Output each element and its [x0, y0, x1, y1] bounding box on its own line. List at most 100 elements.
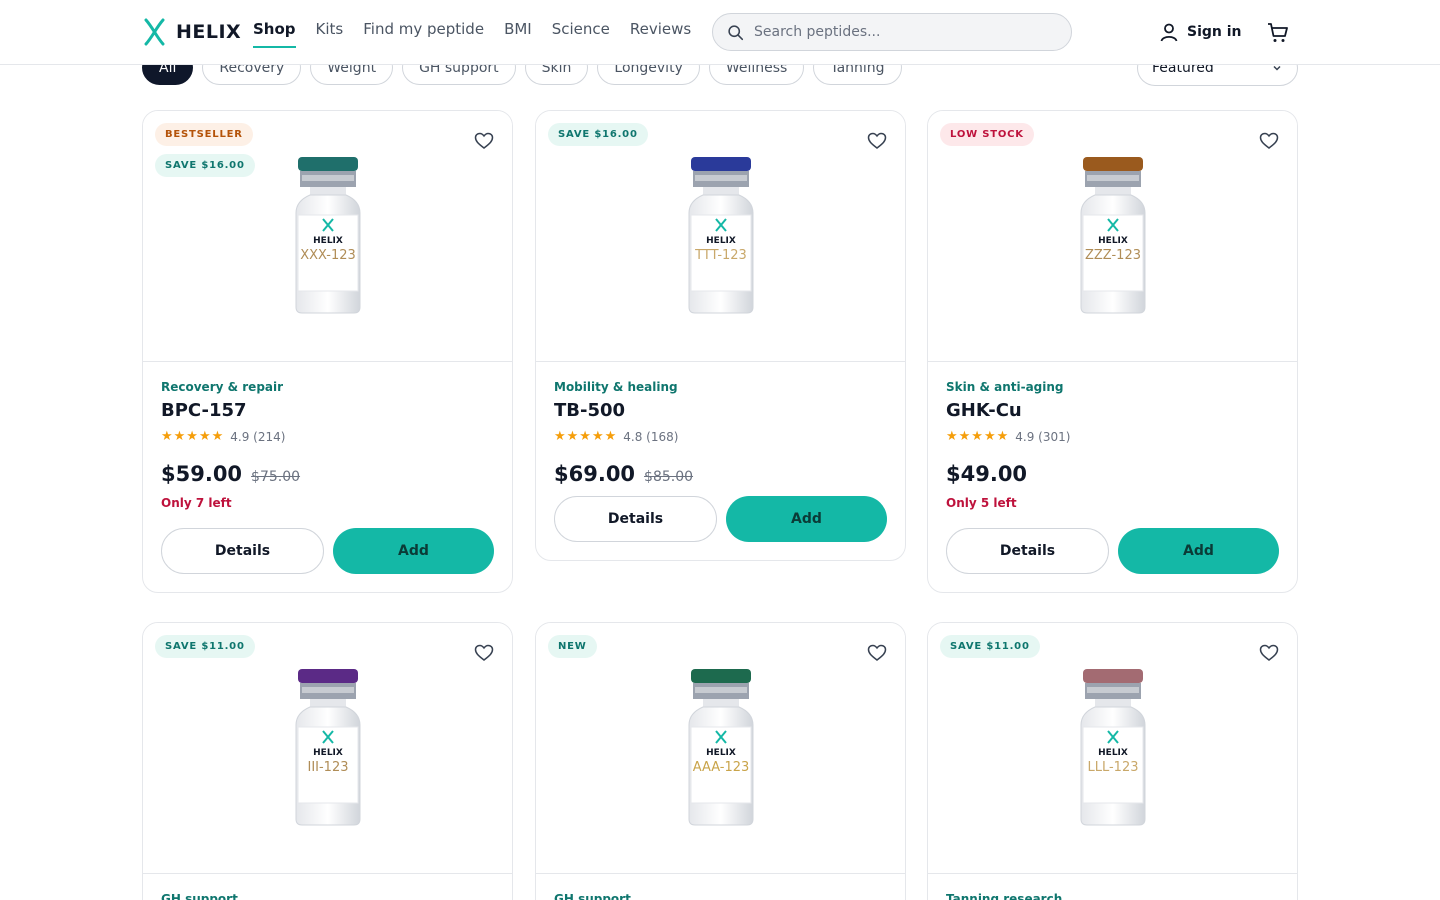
stock-warning: Only 5 left: [946, 496, 1017, 510]
heart-icon[interactable]: [474, 131, 494, 151]
search-icon: [728, 24, 744, 40]
product-card[interactable]: NEW HELIX AAA-123 GH support: [535, 622, 906, 900]
vial-brand-text: HELIX: [1098, 748, 1128, 758]
badge-save: SAVE $11.00: [155, 635, 255, 658]
vial-image: HELIX XXX-123: [295, 157, 360, 314]
product-category: GH support: [161, 892, 238, 900]
product-info: Mobility & healing TB-500 ★★★★★ 4.8 (168…: [536, 362, 905, 560]
product-rating: ★★★★★ 4.8 (168): [554, 429, 887, 444]
add-to-cart-button[interactable]: Add: [726, 496, 887, 542]
vial-label-text: AAA-123: [692, 760, 749, 775]
product-image-area[interactable]: SAVE $11.00 HELIX LLL-123: [928, 623, 1297, 874]
logo[interactable]: HELIX: [143, 18, 241, 46]
heart-icon[interactable]: [867, 643, 887, 663]
badge-stack: LOW STOCK: [940, 123, 1034, 146]
product-name[interactable]: GHK-Cu: [946, 400, 1279, 421]
user-icon: [1160, 23, 1178, 42]
badge-stack: NEW: [548, 635, 597, 658]
star-rating-icon: ★★★★★: [161, 429, 225, 444]
product-rating: ★★★★★ 4.9 (214): [161, 429, 494, 444]
stock-warning: Only 7 left: [161, 496, 232, 510]
star-rating-icon: ★★★★★: [946, 429, 1010, 444]
badge-save: SAVE $16.00: [548, 123, 648, 146]
vial-brand-text: HELIX: [1098, 236, 1128, 246]
vial-brand-text: HELIX: [313, 236, 343, 246]
add-to-cart-button[interactable]: Add: [333, 528, 494, 574]
badge-stack: BESTSELLER SAVE $16.00: [155, 123, 255, 177]
main-nav: Shop Kits Find my peptide BMI Science Reviews: [253, 20, 691, 48]
badge-stack: SAVE $11.00: [940, 635, 1040, 658]
product-category: Recovery & repair: [161, 380, 284, 394]
product-info: GH support: [143, 874, 512, 900]
heart-icon[interactable]: [474, 643, 494, 663]
badge-stack: SAVE $11.00: [155, 635, 255, 658]
search-input[interactable]: [754, 24, 1054, 40]
product-info: Skin & anti-aging GHK-Cu ★★★★★ 4.9 (301)…: [928, 362, 1297, 592]
vial-label-text: III-123: [307, 760, 348, 775]
nav-item-reviews[interactable]: Reviews: [630, 20, 691, 48]
product-name[interactable]: BPC-157: [161, 400, 494, 421]
nav-item-science[interactable]: Science: [552, 20, 610, 48]
rating-text: 4.8 (168): [623, 429, 679, 444]
badge-stack: SAVE $16.00: [548, 123, 648, 146]
badge-new: NEW: [548, 635, 597, 658]
details-button[interactable]: Details: [946, 528, 1109, 574]
add-to-cart-button[interactable]: Add: [1118, 528, 1279, 574]
product-card[interactable]: SAVE $16.00 HELIX TTT-123 Mobility & heal…: [535, 110, 906, 561]
helix-logo-icon: [144, 18, 165, 46]
product-category: Mobility & healing: [554, 380, 678, 394]
product-image-area[interactable]: LOW STOCK HELIX ZZZ-123: [928, 111, 1297, 362]
nav-item-kits[interactable]: Kits: [316, 20, 344, 48]
product-card[interactable]: SAVE $11.00 HELIX III-123 GH support: [142, 622, 513, 900]
vial-image: HELIX TTT-123: [688, 157, 753, 314]
product-category: Skin & anti-aging: [946, 380, 1064, 394]
product-category: GH support: [554, 892, 631, 900]
vial-image: HELIX III-123: [295, 669, 360, 826]
heart-icon[interactable]: [1259, 131, 1279, 151]
price-row: $59.00 $75.00: [161, 462, 494, 486]
rating-text: 4.9 (214): [230, 429, 286, 444]
vial-label-text: TTT-123: [694, 248, 747, 263]
vial-image: HELIX ZZZ-123: [1080, 157, 1145, 314]
details-button[interactable]: Details: [554, 496, 717, 542]
vial-label-text: XXX-123: [300, 248, 356, 263]
vial-brand-text: HELIX: [706, 236, 736, 246]
heart-icon[interactable]: [867, 131, 887, 151]
card-actions: Details Add: [946, 528, 1279, 574]
product-info: Tanning research: [928, 874, 1297, 900]
product-name[interactable]: TB-500: [554, 400, 887, 421]
product-card[interactable]: BESTSELLER SAVE $16.00 HELIX XXX-123 Recov…: [142, 110, 513, 593]
site-header: HELIX Shop Kits Find my peptide BMI Science R…: [0, 0, 1440, 65]
vial-image: HELIX LLL-123: [1080, 669, 1145, 826]
vial-brand-text: HELIX: [706, 748, 736, 758]
product-info: Recovery & repair BPC-157 ★★★★★ 4.9 (214…: [143, 362, 512, 592]
cart-icon[interactable]: [1266, 21, 1290, 45]
sign-in-button[interactable]: Sign in: [1159, 22, 1242, 42]
product-card[interactable]: LOW STOCK HELIX ZZZ-123 Skin & anti-aging…: [927, 110, 1298, 593]
nav-item-bmi[interactable]: BMI: [504, 20, 532, 48]
badge-low: LOW STOCK: [940, 123, 1034, 146]
price: $49.00: [946, 462, 1028, 486]
nav-item-find-my-peptide[interactable]: Find my peptide: [363, 20, 484, 48]
price: $59.00: [161, 462, 243, 486]
nav-item-shop[interactable]: Shop: [253, 20, 296, 48]
vial-label-text: ZZZ-123: [1085, 248, 1141, 263]
heart-icon[interactable]: [1259, 643, 1279, 663]
price: $69.00: [554, 462, 636, 486]
vial-brand-text: HELIX: [313, 748, 343, 758]
product-image-area[interactable]: NEW HELIX AAA-123: [536, 623, 905, 874]
original-price: $75.00: [251, 469, 301, 485]
product-image-area[interactable]: SAVE $16.00 HELIX TTT-123: [536, 111, 905, 362]
product-card[interactable]: SAVE $11.00 HELIX LLL-123 Tanning researc…: [927, 622, 1298, 900]
badge-save: SAVE $16.00: [155, 154, 255, 177]
product-image-area[interactable]: SAVE $11.00 HELIX III-123: [143, 623, 512, 874]
details-button[interactable]: Details: [161, 528, 324, 574]
product-image-area[interactable]: BESTSELLER SAVE $16.00 HELIX XXX-123: [143, 111, 512, 362]
product-rating: ★★★★★ 4.9 (301): [946, 429, 1279, 444]
badge-bestseller: BESTSELLER: [155, 123, 253, 146]
price-row: $49.00: [946, 462, 1279, 486]
price-row: $69.00 $85.00: [554, 462, 887, 486]
brand-name: HELIX: [176, 21, 242, 43]
vial-image: HELIX AAA-123: [688, 669, 753, 826]
star-rating-icon: ★★★★★: [554, 429, 618, 444]
